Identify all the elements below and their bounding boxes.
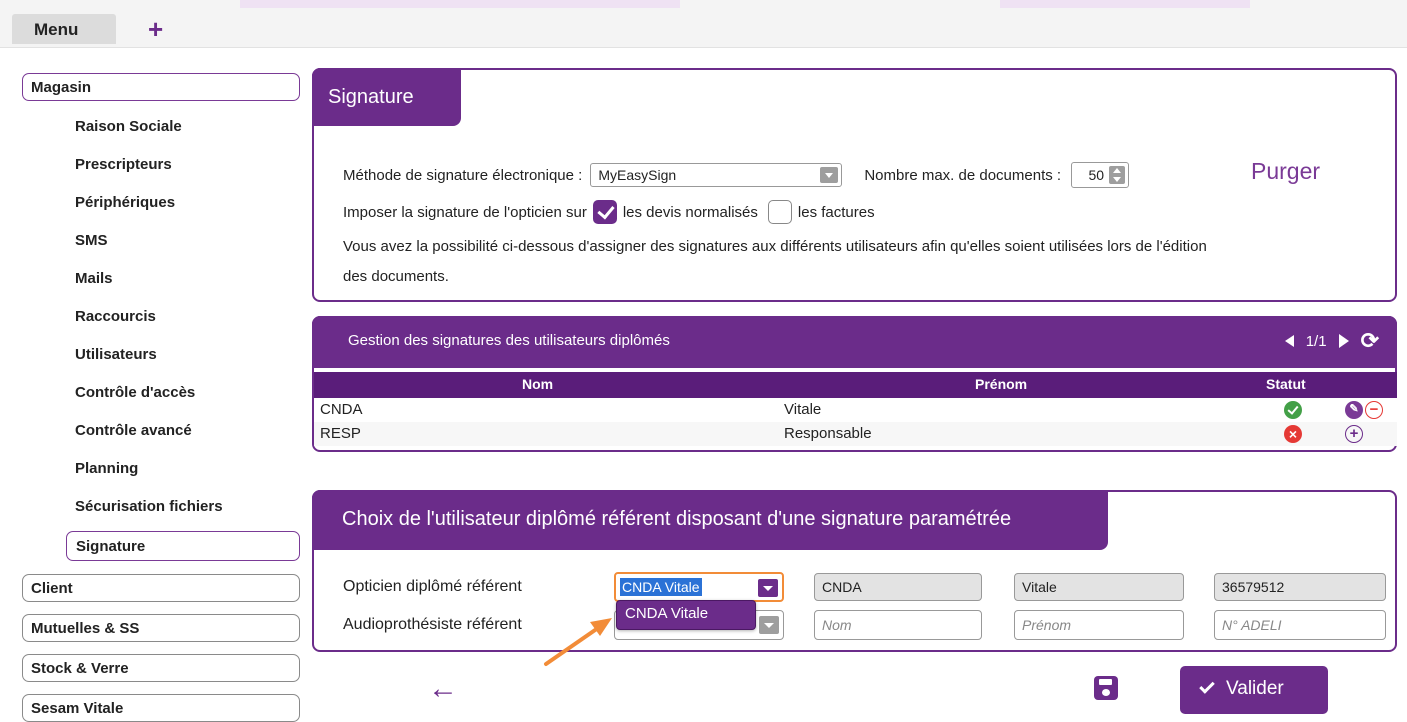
remove-icon[interactable]: − [1365, 401, 1383, 419]
sidebar-item-peripheriques[interactable]: Périphériques [75, 194, 175, 211]
sidebar-group-mutuelles-ss[interactable]: Mutuelles & SS [22, 614, 300, 642]
sidebar-item-controle-avance[interactable]: Contrôle avancé [75, 422, 192, 439]
chevron-down-icon [820, 167, 839, 183]
status-ok-icon [1284, 401, 1302, 419]
table-title: Gestion des signatures des utilisateurs … [348, 332, 670, 349]
table-row[interactable]: CNDA Vitale ✎ − [314, 398, 1397, 422]
sidebar-item-signature[interactable]: Signature [66, 531, 300, 561]
sidebar-group-stock-verre[interactable]: Stock & Verre [22, 654, 300, 682]
method-select[interactable]: MyEasySign [590, 163, 843, 187]
sidebar-item-raccourcis[interactable]: Raccourcis [75, 308, 156, 325]
sidebar-item-utilisateurs[interactable]: Utilisateurs [75, 346, 157, 363]
devis-checkbox[interactable] [592, 200, 617, 224]
users-signature-table-panel: Gestion des signatures des utilisateurs … [312, 316, 1397, 452]
audio-adeli-input[interactable]: N° ADELI [1214, 610, 1386, 640]
referent-panel: Choix de l'utilisateur diplômé référent … [312, 490, 1397, 652]
sidebar-group-sesam-vitale[interactable]: Sesam Vitale [22, 694, 300, 722]
sidebar-item-securisation-fichiers[interactable]: Sécurisation fichiers [75, 498, 223, 515]
table-pager: 1/1 ⟳ [1284, 328, 1379, 354]
sidebar-item-controle-acces[interactable]: Contrôle d'accès [75, 384, 195, 401]
column-header-statut[interactable]: Statut [1266, 376, 1306, 392]
impose-label: Imposer la signature de l'opticien sur [343, 203, 587, 221]
info-line-1: Vous avez la possibilité ci-dessous d'as… [343, 238, 1207, 255]
annotation-arrow-icon [544, 618, 612, 666]
sidebar-item-raison-sociale[interactable]: Raison Sociale [75, 118, 182, 135]
table-row[interactable]: RESP Responsable × + [314, 422, 1397, 446]
devis-label: les devis normalisés [622, 203, 758, 221]
floppy-disk-icon[interactable] [1094, 676, 1118, 700]
opticien-nom-field: CNDA [814, 573, 982, 601]
edit-icon[interactable]: ✎ [1345, 401, 1363, 419]
factures-label: les factures [797, 203, 875, 221]
sidebar-item-mails[interactable]: Mails [75, 270, 113, 287]
sidebar-group-magasin[interactable]: Magasin [22, 73, 300, 101]
opticien-prenom-field: Vitale [1014, 573, 1184, 601]
validate-label: Valider [1226, 678, 1284, 699]
spinner-arrows-icon[interactable] [1109, 166, 1126, 184]
column-header-prenom[interactable]: Prénom [975, 376, 1027, 392]
audio-label: Audioprothésiste référent [343, 616, 522, 633]
back-arrow-icon[interactable]: ← [428, 672, 458, 706]
sidebar-item-prescripteurs[interactable]: Prescripteurs [75, 156, 172, 173]
opticien-label: Opticien diplômé référent [343, 578, 522, 595]
topbar-accent-decoration [240, 0, 680, 8]
info-line-2: des documents. [343, 268, 449, 285]
opticien-adeli-field: 36579512 [1214, 573, 1386, 601]
impose-row: Imposer la signature de l'opticien sur l… [343, 200, 875, 224]
status-error-icon: × [1284, 425, 1302, 443]
top-menu-bar: Menu + [0, 0, 1407, 48]
add-tab-button[interactable]: + [148, 14, 163, 44]
column-header-nom[interactable]: Nom [522, 376, 553, 392]
chevron-down-icon[interactable] [758, 579, 778, 597]
checkmark-icon [1199, 678, 1215, 694]
opticien-dropdown-option[interactable]: CNDA Vitale [616, 600, 756, 630]
max-docs-spinner[interactable]: 50 [1071, 162, 1130, 188]
table-header: Gestion des signatures des utilisateurs … [312, 316, 1397, 368]
row-prenom: Vitale [784, 401, 822, 418]
audio-nom-input[interactable]: Nom [814, 610, 982, 640]
signature-panel-title: Signature [312, 68, 461, 126]
add-icon[interactable]: + [1345, 425, 1363, 443]
max-docs-label: Nombre max. de documents : [864, 166, 1062, 184]
next-page-icon[interactable] [1338, 334, 1349, 348]
audio-prenom-input[interactable]: Prénom [1014, 610, 1184, 640]
factures-checkbox[interactable] [767, 200, 792, 224]
refresh-icon[interactable]: ⟳ [1361, 328, 1379, 354]
table-column-headers: Nom Prénom Statut [314, 372, 1397, 398]
sidebar-group-client[interactable]: Client [22, 574, 300, 602]
menu-tab[interactable]: Menu [12, 14, 116, 44]
purge-link[interactable]: Purger [1251, 158, 1320, 185]
row-nom: CNDA [320, 401, 363, 418]
method-label: Méthode de signature électronique : [343, 166, 583, 184]
referent-panel-title: Choix de l'utilisateur diplômé référent … [312, 490, 1108, 550]
opticien-select-value: CNDA Vitale [620, 578, 702, 596]
previous-page-icon[interactable] [1284, 335, 1294, 347]
method-row: Méthode de signature électronique : MyEa… [343, 162, 1130, 188]
topbar-accent-decoration [1000, 0, 1250, 8]
row-nom: RESP [320, 425, 361, 442]
signature-panel: Signature Méthode de signature électroni… [312, 68, 1397, 302]
sidebar-item-planning[interactable]: Planning [75, 460, 138, 477]
method-select-value: MyEasySign [598, 167, 677, 183]
sidebar-item-sms[interactable]: SMS [75, 232, 108, 249]
max-docs-value: 50 [1088, 167, 1105, 183]
opticien-select[interactable]: CNDA Vitale [614, 572, 784, 602]
page-indicator: 1/1 [1305, 332, 1327, 350]
row-prenom: Responsable [784, 425, 872, 442]
validate-button[interactable]: Valider [1180, 666, 1328, 714]
chevron-down-icon[interactable] [759, 616, 779, 634]
